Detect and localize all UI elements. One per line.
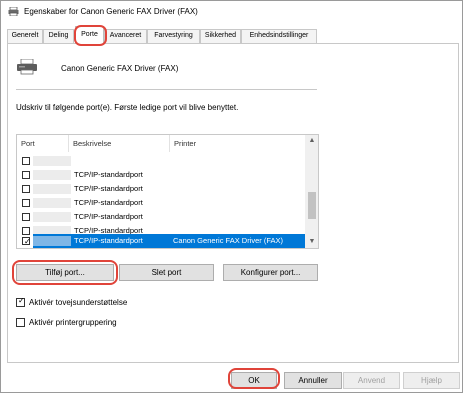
scroll-down-arrow-icon[interactable]: ▼ <box>305 236 318 248</box>
separator <box>16 89 317 90</box>
port-name-redacted <box>33 156 71 166</box>
port-name-redacted <box>33 198 71 208</box>
port-checkbox-checked[interactable]: ✓ <box>22 237 31 246</box>
port-row[interactable] <box>17 154 305 168</box>
tab-strip: Generelt Deling Porte Avanceret Farvesty… <box>7 26 459 44</box>
port-description: TCP/IP-standardport <box>74 198 143 207</box>
port-name-redacted <box>33 184 71 194</box>
column-header-description[interactable]: Beskrivelse <box>69 135 170 152</box>
delete-port-button[interactable]: Slet port <box>119 264 214 281</box>
port-name-redacted <box>33 170 71 180</box>
port-row[interactable]: TCP/IP-standardport <box>17 210 305 224</box>
configure-port-button[interactable]: Konfigurer port... <box>223 264 318 281</box>
tab-sharing[interactable]: Deling <box>43 29 74 43</box>
printer-icon <box>8 7 19 16</box>
add-port-button[interactable]: Tilføj port... <box>16 264 114 281</box>
port-printer: Canon Generic FAX Driver (FAX) <box>173 236 284 245</box>
title-bar: Egenskaber for Canon Generic FAX Driver … <box>1 1 462 23</box>
check-icon: ✓ <box>24 237 31 246</box>
port-row-selected[interactable]: ✓ TCP/IP-standardport Canon Generic FAX … <box>17 234 305 248</box>
bidirectional-checkbox[interactable]: ✓ <box>16 296 25 307</box>
tab-color-management[interactable]: Farvestyring <box>147 29 200 43</box>
tab-security[interactable]: Sikkerhed <box>200 29 241 43</box>
port-checkbox[interactable] <box>22 157 30 165</box>
tab-device-settings[interactable]: Enhedsindstillinger <box>241 29 317 43</box>
port-description: TCP/IP-standardport <box>74 212 143 221</box>
port-checkbox[interactable] <box>22 171 30 179</box>
tab-ports[interactable]: Porte <box>75 26 104 44</box>
scrollbar-thumb[interactable] <box>308 192 316 219</box>
port-list-header: Port Beskrivelse Printer <box>17 135 305 152</box>
port-row[interactable]: TCP/IP-standardport <box>17 168 305 182</box>
tab-advanced[interactable]: Avanceret <box>104 29 147 43</box>
port-checkbox[interactable] <box>22 199 30 207</box>
port-checkbox[interactable] <box>22 185 30 193</box>
column-header-port[interactable]: Port <box>17 135 69 152</box>
port-instruction: Udskriv til følgende port(e). Første led… <box>16 103 239 112</box>
printer-pooling-checkbox[interactable] <box>16 318 25 327</box>
check-icon: ✓ <box>18 296 25 305</box>
port-description: TCP/IP-standardport <box>74 236 143 245</box>
port-name-redacted <box>33 212 71 222</box>
printer-pooling-label[interactable]: Aktivér printergruppering <box>29 318 117 327</box>
port-row[interactable]: TCP/IP-standardport <box>17 196 305 210</box>
ok-button[interactable]: OK <box>231 372 277 389</box>
scroll-up-arrow-icon[interactable]: ▲ <box>305 135 318 147</box>
printer-icon <box>17 59 37 75</box>
column-header-printer[interactable]: Printer <box>170 135 305 152</box>
printer-name: Canon Generic FAX Driver (FAX) <box>61 64 179 73</box>
port-description: TCP/IP-standardport <box>74 170 143 179</box>
help-button[interactable]: Hjælp <box>403 372 460 389</box>
port-name-redacted <box>33 236 71 246</box>
port-description: TCP/IP-standardport <box>74 184 143 193</box>
port-list[interactable]: Port Beskrivelse Printer TCP/IP-standard… <box>16 134 319 249</box>
port-row[interactable]: TCP/IP-standardport <box>17 182 305 196</box>
tab-general[interactable]: Generelt <box>7 29 43 43</box>
port-list-scrollbar[interactable]: ▲ ▼ <box>305 135 318 248</box>
port-checkbox[interactable] <box>22 213 30 221</box>
properties-dialog: Egenskaber for Canon Generic FAX Driver … <box>0 0 463 393</box>
window-title: Egenskaber for Canon Generic FAX Driver … <box>24 7 198 16</box>
bidirectional-label[interactable]: Aktivér tovejsunderstøttelse <box>29 298 127 307</box>
cancel-button[interactable]: Annuller <box>284 372 342 389</box>
apply-button[interactable]: Anvend <box>343 372 400 389</box>
